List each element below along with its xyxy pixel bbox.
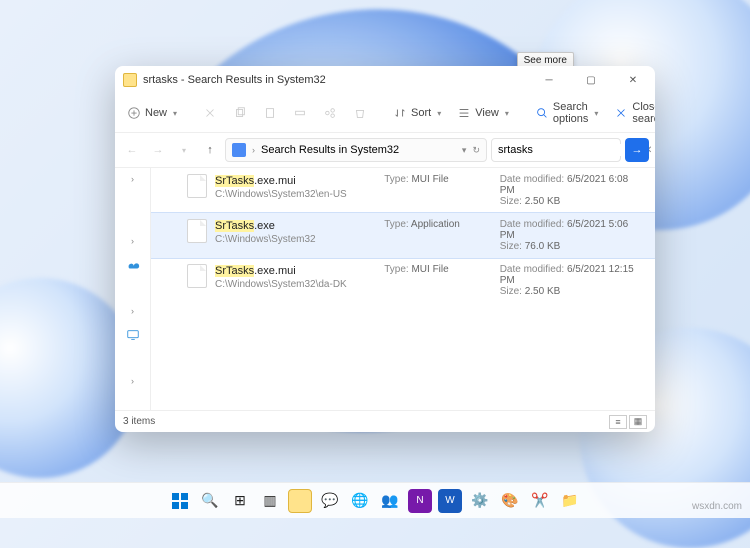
paste-icon	[263, 106, 277, 120]
nav-pane: › › › ›	[115, 168, 151, 410]
explorer-window: srtasks - Search Results in System32 ─ ▢…	[115, 66, 655, 432]
paste-button[interactable]	[257, 103, 283, 123]
teams-icon[interactable]: 👥	[378, 489, 402, 513]
delete-button[interactable]	[347, 103, 373, 123]
titlebar: srtasks - Search Results in System32 ─ ▢…	[115, 66, 655, 94]
file-icon	[187, 219, 207, 243]
file-meta: Date modified: 6/5/2021 6:08 PMSize: 2.5…	[500, 174, 643, 207]
address-row: ← → ▾ ↑ › ▾ ↻ ✕ →	[115, 133, 655, 168]
app-icon[interactable]: 🎨	[498, 489, 522, 513]
task-view-icon[interactable]: ⊞	[228, 489, 252, 513]
share-icon	[323, 106, 337, 120]
search-result-row[interactable]: SrTasks.exe.muiC:\Windows\System32\en-US…	[151, 168, 655, 213]
cut-button[interactable]	[197, 103, 223, 123]
chevron-right-icon[interactable]: ›	[131, 174, 134, 184]
back-button[interactable]: ←	[121, 139, 143, 161]
search-icon[interactable]: 🔍	[198, 489, 222, 513]
address-dropdown-icon[interactable]: ▾	[462, 145, 467, 156]
plus-icon	[127, 106, 141, 120]
file-type: Type: MUI File	[384, 174, 491, 185]
file-icon	[187, 264, 207, 288]
cut-icon	[203, 106, 217, 120]
item-count: 3 items	[123, 416, 155, 427]
details-view-button[interactable]: ≡	[609, 415, 627, 429]
file-name: SrTasks.exe.mui	[215, 264, 376, 278]
edge-icon[interactable]: 🌐	[348, 489, 372, 513]
view-button[interactable]: View	[451, 103, 515, 123]
file-icon	[187, 174, 207, 198]
start-button[interactable]	[168, 489, 192, 513]
chat-icon[interactable]: 💬	[318, 489, 342, 513]
chevron-right-icon[interactable]: ›	[131, 236, 134, 246]
chevron-down-icon[interactable]: ▾	[173, 139, 195, 161]
command-bar: New Sort View Search options Close searc…	[115, 94, 655, 133]
copy-icon	[233, 106, 247, 120]
maximize-button[interactable]: ▢	[573, 66, 609, 94]
onedrive-icon[interactable]	[126, 258, 140, 272]
snip-icon[interactable]: ✂️	[528, 489, 552, 513]
rename-icon	[293, 106, 307, 120]
search-result-row[interactable]: SrTasks.exeC:\Windows\System32 Type: Appl…	[151, 213, 655, 258]
results-list: SrTasks.exe.muiC:\Windows\System32\en-US…	[151, 168, 655, 410]
file-type: Type: Application	[384, 219, 491, 230]
copy-button[interactable]	[227, 103, 253, 123]
settings-icon[interactable]: ⚙️	[468, 489, 492, 513]
explorer-icon[interactable]	[288, 489, 312, 513]
close-button[interactable]: ✕	[615, 66, 651, 94]
chevron-right-icon[interactable]: ›	[131, 306, 134, 316]
window-title: srtasks - Search Results in System32	[143, 74, 326, 86]
chevron-right-icon[interactable]: ›	[131, 376, 134, 386]
chevron-right-icon: ›	[252, 145, 255, 155]
widgets-icon[interactable]: ▥	[258, 489, 282, 513]
search-options-icon	[535, 106, 549, 120]
search-result-row[interactable]: SrTasks.exe.muiC:\Windows\System32\da-DK…	[151, 258, 655, 303]
onenote-icon[interactable]: N	[408, 489, 432, 513]
file-name: SrTasks.exe.mui	[215, 174, 376, 188]
view-icon	[457, 106, 471, 120]
file-type: Type: MUI File	[384, 264, 491, 275]
trash-icon	[353, 106, 367, 120]
location-icon	[232, 143, 246, 157]
file-meta: Date modified: 6/5/2021 12:15 PMSize: 2.…	[500, 264, 643, 297]
file-meta: Date modified: 6/5/2021 5:06 PMSize: 76.…	[500, 219, 643, 252]
folder-icon	[123, 73, 137, 87]
view-switcher: ≡ ▦	[609, 415, 647, 429]
status-bar: 3 items ≡ ▦	[115, 410, 655, 432]
rename-button[interactable]	[287, 103, 313, 123]
search-box[interactable]: ✕	[491, 138, 621, 162]
close-search-button[interactable]: Close search	[608, 98, 655, 128]
file-name: SrTasks.exe	[215, 219, 376, 233]
address-bar[interactable]: › ▾ ↻	[225, 138, 487, 162]
refresh-icon[interactable]: ↻	[472, 145, 480, 156]
up-button[interactable]: ↑	[199, 139, 221, 161]
search-options-button[interactable]: Search options	[529, 98, 604, 128]
new-button[interactable]: New	[121, 103, 183, 123]
search-input[interactable]	[498, 144, 640, 156]
share-button[interactable]	[317, 103, 343, 123]
folder-icon[interactable]: 📁	[558, 489, 582, 513]
forward-button[interactable]: →	[147, 139, 169, 161]
breadcrumb-text[interactable]	[261, 144, 456, 156]
taskbar: 🔍 ⊞ ▥ 💬 🌐 👥 N W ⚙️ 🎨 ✂️ 📁	[0, 482, 750, 518]
minimize-button[interactable]: ─	[531, 66, 567, 94]
sort-icon	[393, 106, 407, 120]
file-path: C:\Windows\System32\da-DK	[215, 278, 376, 291]
word-icon[interactable]: W	[438, 489, 462, 513]
sort-button[interactable]: Sort	[387, 103, 447, 123]
thumbnails-view-button[interactable]: ▦	[629, 415, 647, 429]
search-go-button[interactable]: →	[625, 138, 649, 162]
file-path: C:\Windows\System32\en-US	[215, 188, 376, 201]
file-path: C:\Windows\System32	[215, 233, 376, 246]
watermark: wsxdn.com	[692, 501, 742, 512]
this-pc-icon[interactable]	[126, 328, 140, 342]
x-icon	[614, 106, 628, 120]
